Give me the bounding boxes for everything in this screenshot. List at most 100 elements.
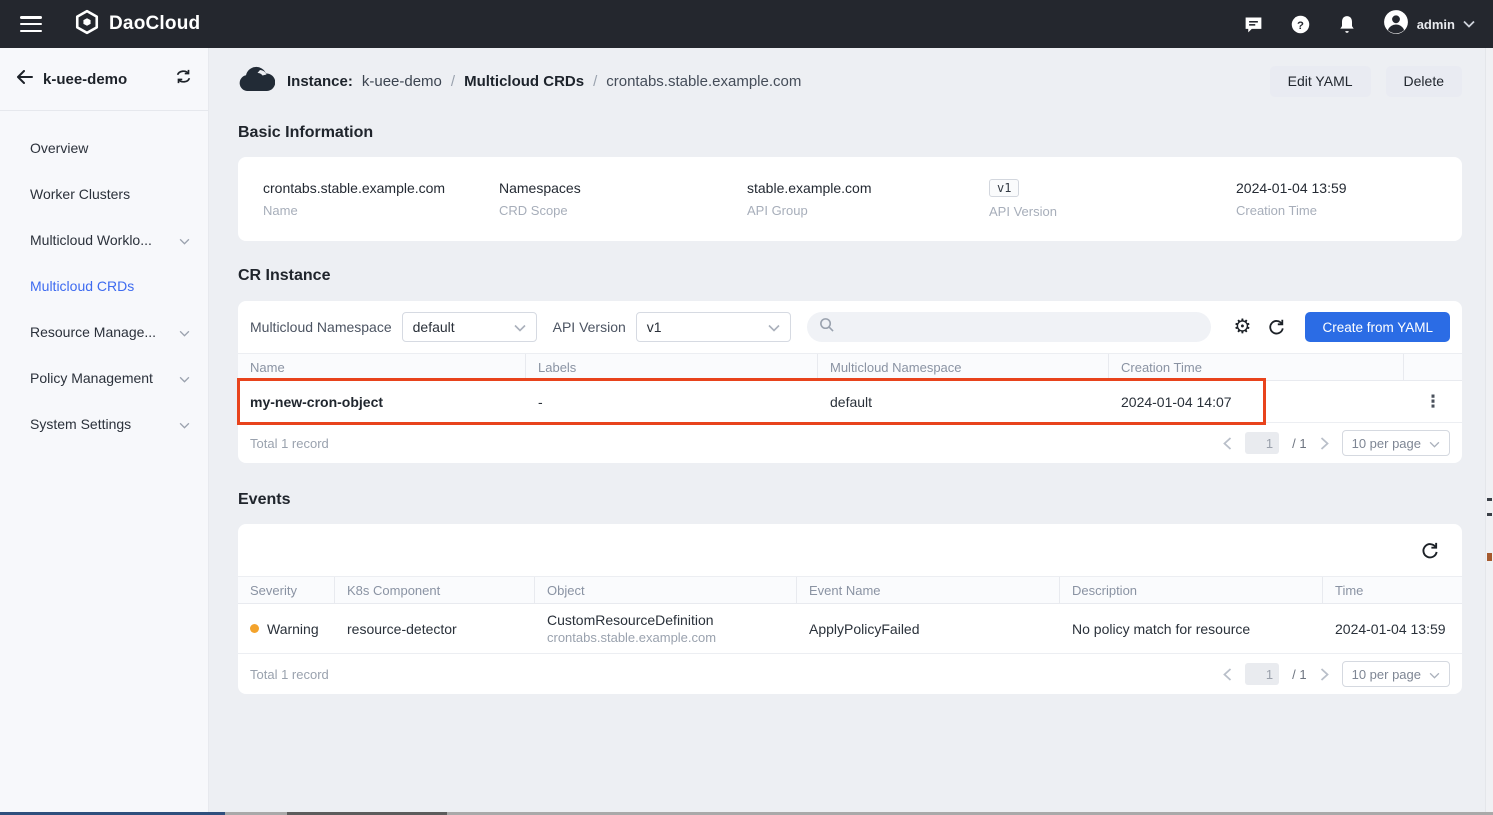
crd-name-label: Name bbox=[263, 203, 499, 218]
chevron-down-icon bbox=[179, 324, 190, 340]
sync-icon[interactable] bbox=[175, 69, 192, 89]
events-pagination: Total 1 record / 1 10 per page bbox=[238, 654, 1462, 694]
per-page-value: 10 per page bbox=[1352, 667, 1421, 682]
column-header-labels: Labels bbox=[526, 354, 818, 380]
breadcrumb-section[interactable]: Multicloud CRDs bbox=[464, 73, 584, 90]
event-severity: Warning bbox=[267, 621, 319, 637]
per-page-select[interactable]: 10 per page bbox=[1342, 430, 1450, 456]
admin-username: admin bbox=[1417, 17, 1455, 32]
sidebar-item-label: Multicloud Worklo... bbox=[30, 232, 179, 248]
page-scrollbar[interactable] bbox=[1485, 48, 1493, 815]
brand[interactable]: DaoCloud bbox=[74, 9, 200, 40]
column-header-k8s-component: K8s Component bbox=[335, 577, 535, 603]
events-table-header: Severity K8s Component Object Event Name… bbox=[238, 576, 1462, 604]
sidebar-item-worker-clusters[interactable]: Worker Clusters bbox=[0, 171, 208, 217]
breadcrumb-cluster[interactable]: k-uee-demo bbox=[362, 73, 442, 90]
column-header-object: Object bbox=[535, 577, 797, 603]
creation-time-value: 2024-01-04 13:59 bbox=[1236, 180, 1437, 196]
column-header-event-name: Event Name bbox=[797, 577, 1060, 603]
crd-scope-label: CRD Scope bbox=[499, 203, 747, 218]
scrollbar-mark bbox=[1487, 498, 1492, 501]
sidebar-item-label: Policy Management bbox=[30, 370, 179, 386]
per-page-value: 10 per page bbox=[1352, 436, 1421, 451]
column-header-actions bbox=[1404, 354, 1462, 380]
column-header-creation-time: Creation Time bbox=[1109, 354, 1404, 380]
api-version-select[interactable]: v1 bbox=[636, 312, 791, 342]
sidebar-item-resource-management[interactable]: Resource Manage... bbox=[0, 309, 208, 355]
chevron-down-icon bbox=[179, 232, 190, 248]
page-input[interactable] bbox=[1245, 432, 1279, 454]
column-header-namespace: Multicloud Namespace bbox=[818, 354, 1109, 380]
search-box[interactable] bbox=[807, 312, 1212, 342]
events-title: Events bbox=[238, 491, 1462, 509]
refresh-icon[interactable] bbox=[1263, 318, 1289, 336]
breadcrumb-separator: / bbox=[593, 73, 597, 90]
main-content: Instance: k-uee-demo / Multicloud CRDs /… bbox=[209, 48, 1493, 815]
chevron-left-icon[interactable] bbox=[1223, 437, 1232, 450]
instance-label: Instance: bbox=[287, 73, 353, 90]
delete-button[interactable]: Delete bbox=[1386, 66, 1462, 97]
sidebar-item-system-settings[interactable]: System Settings bbox=[0, 401, 208, 447]
chevron-right-icon[interactable] bbox=[1320, 437, 1329, 450]
api-version-badge: v1 bbox=[989, 179, 1019, 197]
cr-instance-card: Multicloud Namespace default API Version… bbox=[238, 301, 1462, 463]
events-refresh-icon[interactable] bbox=[1416, 541, 1442, 560]
breadcrumb-current: crontabs.stable.example.com bbox=[606, 73, 801, 90]
help-icon[interactable]: ? bbox=[1290, 14, 1311, 35]
table-row[interactable]: my-new-cron-object - default 2024-01-04 … bbox=[238, 381, 1462, 423]
search-input[interactable] bbox=[842, 319, 1200, 335]
column-header-severity: Severity bbox=[238, 577, 335, 603]
cr-row-namespace: default bbox=[818, 394, 1109, 410]
chevron-down-icon bbox=[768, 319, 780, 335]
breadcrumb: Instance: k-uee-demo / Multicloud CRDs /… bbox=[287, 73, 801, 90]
api-group-label: API Group bbox=[747, 203, 989, 218]
event-component: resource-detector bbox=[335, 621, 535, 637]
user-menu[interactable]: admin bbox=[1383, 9, 1475, 40]
cr-row-creation-time: 2024-01-04 14:07 bbox=[1109, 394, 1404, 410]
events-total-records: Total 1 record bbox=[250, 667, 329, 682]
basic-info-title: Basic Information bbox=[238, 124, 1462, 142]
sidebar: k-uee-demo Overview Worker Clusters Mult… bbox=[0, 48, 209, 815]
cr-row-labels: - bbox=[526, 394, 818, 410]
daocloud-logo-icon bbox=[74, 9, 100, 40]
kebab-menu-icon[interactable]: ⋮ bbox=[1404, 392, 1462, 412]
breadcrumb-separator: / bbox=[451, 73, 455, 90]
search-icon bbox=[819, 317, 834, 337]
gear-icon[interactable]: ⚙ bbox=[1229, 317, 1255, 337]
chat-icon[interactable] bbox=[1243, 14, 1264, 35]
edit-yaml-button[interactable]: Edit YAML bbox=[1270, 66, 1371, 97]
sidebar-item-label: Multicloud CRDs bbox=[30, 278, 190, 294]
sidebar-item-multicloud-crds[interactable]: Multicloud CRDs bbox=[0, 263, 208, 309]
per-page-select[interactable]: 10 per page bbox=[1342, 661, 1450, 687]
sidebar-item-multicloud-workloads[interactable]: Multicloud Worklo... bbox=[0, 217, 208, 263]
scrollbar-mark bbox=[1487, 553, 1492, 561]
api-version-select-value: v1 bbox=[647, 319, 768, 335]
cr-instance-title: CR Instance bbox=[238, 267, 1462, 285]
page-count: / 1 bbox=[1292, 667, 1306, 682]
cr-table-header: Name Labels Multicloud Namespace Creatio… bbox=[238, 353, 1462, 381]
warning-dot-icon bbox=[250, 624, 259, 633]
sidebar-item-overview[interactable]: Overview bbox=[0, 125, 208, 171]
namespace-filter-label: Multicloud Namespace bbox=[250, 319, 392, 335]
cr-row-name[interactable]: my-new-cron-object bbox=[238, 394, 526, 410]
event-description: No policy match for resource bbox=[1060, 621, 1323, 637]
sidebar-item-policy-management[interactable]: Policy Management bbox=[0, 355, 208, 401]
chevron-left-icon[interactable] bbox=[1223, 668, 1232, 681]
crd-name-value: crontabs.stable.example.com bbox=[263, 180, 499, 196]
back-arrow-icon[interactable] bbox=[16, 70, 33, 89]
create-from-yaml-button[interactable]: Create from YAML bbox=[1305, 312, 1450, 342]
crd-scope-value: Namespaces bbox=[499, 180, 747, 196]
event-object-kind: CustomResourceDefinition bbox=[547, 612, 785, 628]
cr-pagination: Total 1 record / 1 10 per page bbox=[238, 423, 1462, 463]
column-header-time: Time bbox=[1323, 577, 1462, 603]
page-input[interactable] bbox=[1245, 663, 1279, 685]
chevron-down-icon bbox=[179, 370, 190, 386]
hamburger-icon[interactable] bbox=[20, 16, 42, 32]
chevron-down-icon bbox=[1429, 667, 1440, 682]
chevron-right-icon[interactable] bbox=[1320, 668, 1329, 681]
sidebar-item-label: Worker Clusters bbox=[30, 186, 190, 202]
basic-info-card: crontabs.stable.example.com Name Namespa… bbox=[238, 157, 1462, 241]
namespace-select[interactable]: default bbox=[402, 312, 537, 342]
table-row: Warning resource-detector CustomResource… bbox=[238, 604, 1462, 654]
bell-icon[interactable] bbox=[1337, 14, 1357, 35]
